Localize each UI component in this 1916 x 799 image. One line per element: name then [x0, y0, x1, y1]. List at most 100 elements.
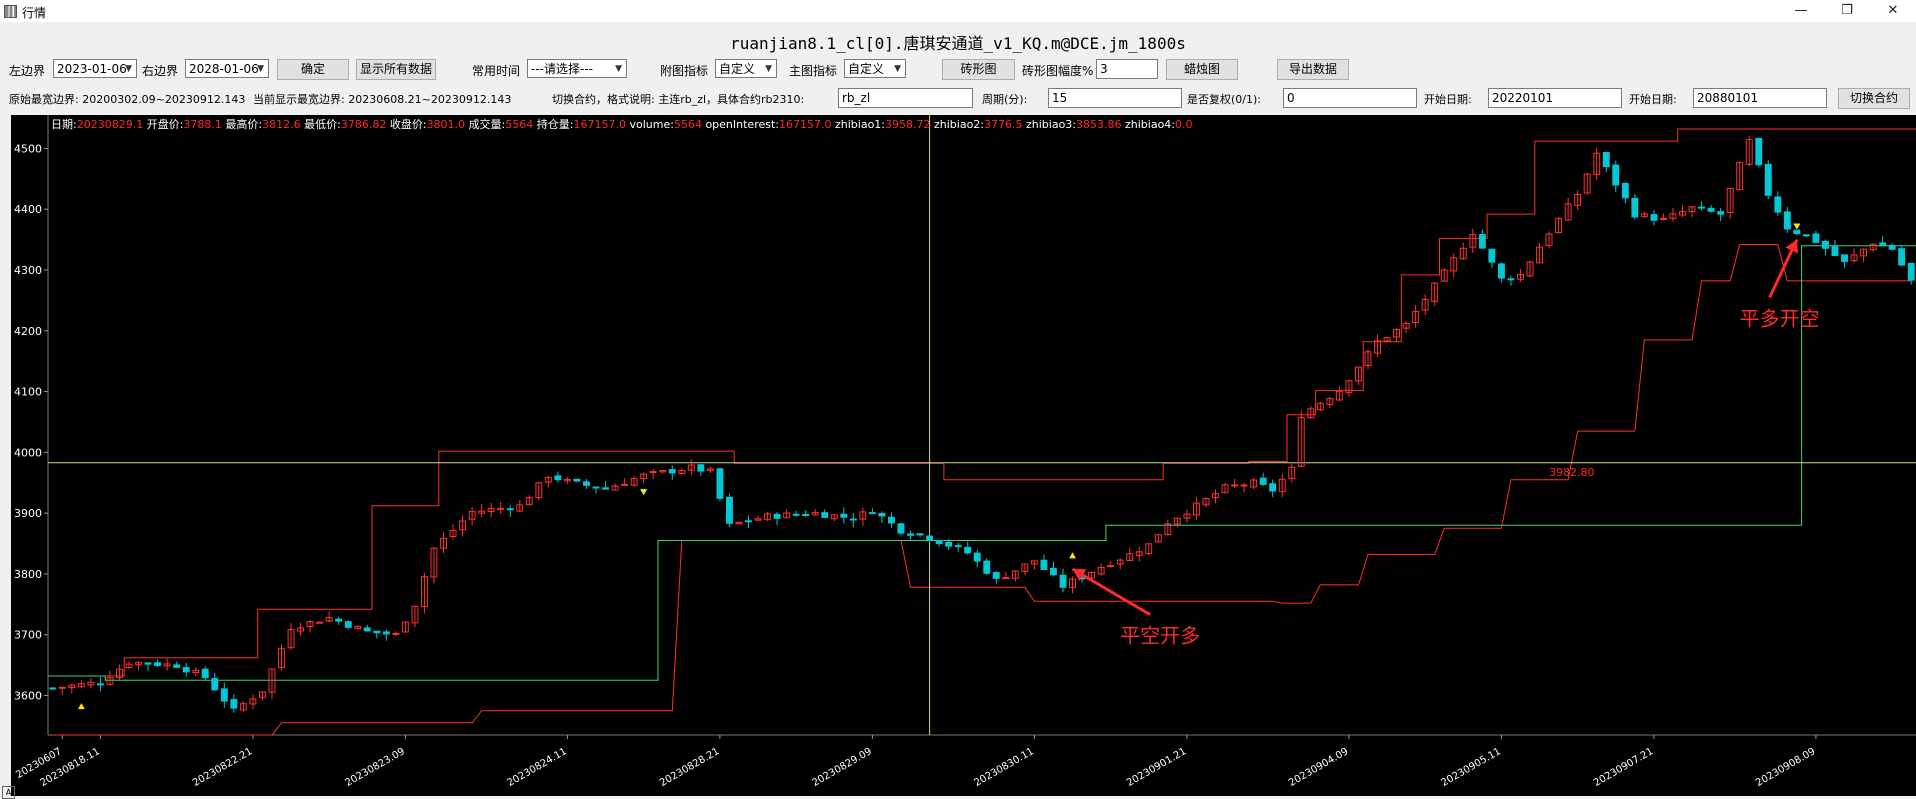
info-field-value: 5564	[674, 118, 706, 131]
brick-chart-button[interactable]: 砖形图	[942, 59, 1015, 80]
candle-down	[1717, 211, 1725, 215]
candle-down	[1602, 152, 1610, 168]
reweight-label: 是否复权(0/1):	[1187, 93, 1261, 106]
candle-down	[1755, 137, 1763, 166]
y-tick-label: 4400	[14, 203, 42, 216]
candle-down	[1612, 164, 1620, 186]
candle-up	[497, 507, 505, 510]
confirm-button[interactable]: 确定	[277, 59, 349, 80]
candle-down	[583, 481, 590, 486]
chevron-down-icon: ▼	[257, 64, 264, 74]
y-tick-label: 4200	[14, 325, 42, 338]
info-field-label: 最低价:	[304, 118, 341, 131]
candlestick-chart-button[interactable]: 蜡烛图	[1166, 59, 1238, 80]
info-field-value: 3776.5	[984, 118, 1026, 131]
left-bound-date-picker[interactable]: 2023-01-06 ▼	[53, 59, 137, 78]
start-date-label: 开始日期:	[1424, 93, 1472, 106]
candle-up	[58, 686, 66, 689]
period-input[interactable]: 15	[1048, 88, 1182, 108]
candle-down	[1774, 196, 1782, 213]
candle-down	[1783, 211, 1791, 230]
info-field-label: zhibiao1:	[835, 118, 885, 131]
right-bound-date-picker[interactable]: 2028-01-06 ▼	[185, 59, 269, 78]
y-tick-label: 3700	[14, 629, 42, 642]
y-tick-label: 3600	[14, 689, 42, 702]
candle-down	[1698, 206, 1705, 209]
candle-down	[926, 535, 933, 541]
candle-down	[335, 618, 343, 622]
chevron-down-icon: ▼	[125, 64, 132, 74]
candle-down	[916, 533, 924, 536]
candle-down	[1269, 483, 1277, 492]
candle-up	[1002, 577, 1010, 579]
y-tick-label: 4100	[14, 386, 42, 399]
common-time-select[interactable]: ---请选择--- ▼	[527, 59, 627, 78]
start-date-input[interactable]: 20220101	[1488, 88, 1622, 108]
info-field-label: zhibiao2:	[934, 118, 984, 131]
candle-down	[1050, 567, 1057, 576]
info-field-value: 0.0	[1175, 118, 1193, 131]
chart-title: ruanjian8.1_cl[0].唐琪安通道_v1_KQ.m@DCE.jm_1…	[730, 34, 1186, 53]
show-all-data-button[interactable]: 显示所有数据	[356, 59, 436, 80]
reweight-input[interactable]: 0	[1283, 88, 1417, 108]
right-bound-label: 右边界	[142, 64, 179, 78]
candle-down	[802, 514, 810, 516]
switch-contract-button[interactable]: 切换合约	[1838, 88, 1910, 109]
plot-area	[11, 115, 1916, 796]
info-field-value: 167157.0	[574, 118, 630, 131]
candle-down	[363, 627, 371, 632]
candle-down	[173, 664, 181, 668]
candle-down	[1879, 242, 1887, 247]
info-field-value: 3958.72	[885, 118, 934, 131]
candle-down	[849, 518, 857, 521]
candle-down	[821, 512, 829, 518]
main-indicator-select[interactable]: 自定义 ▼	[844, 59, 906, 78]
common-time-label: 常用时间	[472, 64, 521, 78]
candle-down	[602, 487, 609, 490]
main-indicator-label: 主图指标	[789, 64, 838, 78]
candlestick-chart[interactable]: 3600 3700 3800 3900 4000 4100 4200 4300 4400 4500…	[0, 115, 1916, 796]
common-time-value: ---请选择---	[531, 62, 593, 76]
size-grip-icon[interactable]: A	[2, 786, 15, 799]
contract-input[interactable]: rb_zl	[838, 88, 973, 108]
minimize-button[interactable]: —	[1778, 0, 1824, 22]
candle-down	[1907, 262, 1915, 281]
candle-up	[1660, 218, 1667, 220]
candle-down	[211, 678, 219, 691]
annotation-label: 平空开多	[1120, 624, 1200, 648]
candle-down	[144, 662, 152, 665]
window-titlebar: 行情 — ❐ ✕	[0, 0, 1916, 22]
info-field-value: 5564	[505, 118, 537, 131]
y-tick-label: 4500	[14, 142, 42, 155]
candle-down	[506, 508, 514, 511]
annotation-label: 平多开空	[1740, 306, 1820, 330]
export-data-button[interactable]: 导出数据	[1277, 59, 1349, 80]
ohlc-info-bar: 日期:20230829.1 开盘价:3788.1 最高价:3812.6 最低价:…	[51, 117, 1193, 131]
crosshair-price-label: 3982.80	[1549, 466, 1595, 479]
current-bound-text: 当前显示最宽边界: 20230608.21~20230912.143	[253, 93, 512, 106]
candle-down	[868, 512, 876, 515]
candle-down	[554, 475, 562, 481]
candle-down	[954, 545, 962, 548]
maximize-button[interactable]: ❐	[1824, 0, 1870, 22]
candle-down	[382, 631, 390, 635]
chevron-down-icon: ▼	[894, 64, 901, 74]
close-button[interactable]: ✕	[1870, 0, 1916, 22]
info-field-value: 3812.6	[262, 118, 304, 131]
candle-down	[726, 496, 733, 524]
original-bound-text: 原始最宽边界: 20200302.09~20230912.143	[9, 93, 246, 106]
candle-down	[220, 688, 228, 702]
brick-amplitude-input[interactable]: 3	[1096, 59, 1158, 79]
info-field-label: 成交量:	[469, 117, 506, 131]
candle-up	[1107, 565, 1115, 568]
info-field-label: zhibiao3:	[1026, 118, 1076, 131]
info-field-value: 20230829.1	[77, 118, 147, 131]
window-title: 行情	[22, 6, 47, 20]
candle-down	[97, 683, 104, 686]
end-date-input[interactable]: 20880101	[1693, 88, 1827, 108]
y-tick-label: 4300	[14, 264, 42, 277]
info-field-label: openInterest:	[705, 118, 779, 131]
candle-down	[373, 630, 381, 634]
candle-down	[935, 540, 943, 545]
sub-indicator-select[interactable]: 自定义 ▼	[715, 59, 777, 78]
